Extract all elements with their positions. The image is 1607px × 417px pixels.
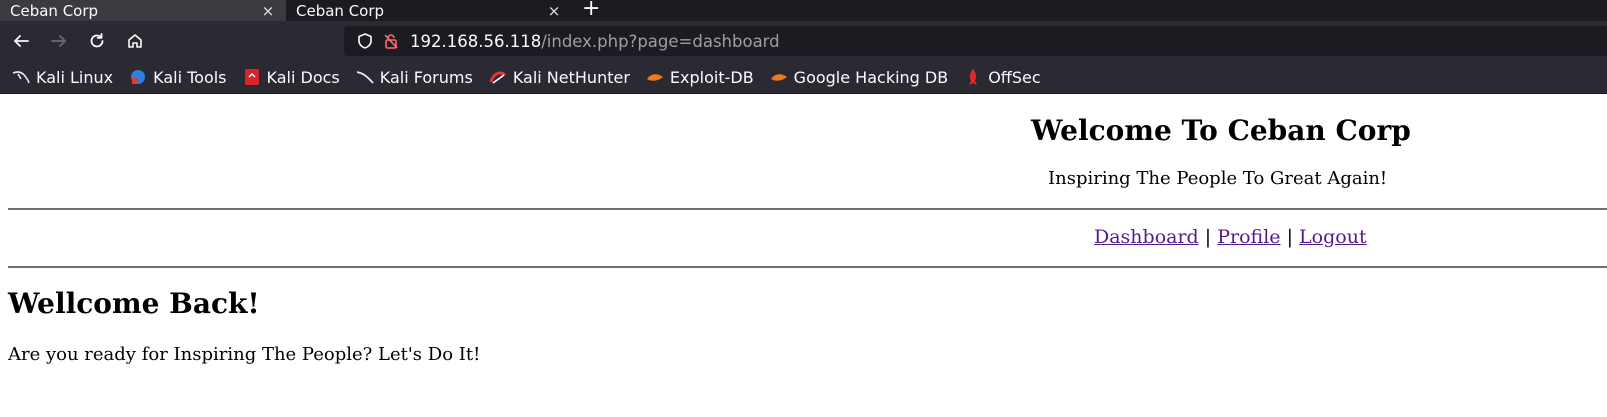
bookmark-kali-tools[interactable]: Kali Tools — [129, 67, 227, 87]
reload-button[interactable] — [80, 26, 114, 56]
nav-separator: | — [1204, 226, 1212, 248]
offsec-icon — [964, 68, 982, 86]
kali-docs-icon — [243, 68, 261, 86]
browser-tab-2[interactable]: Ceban Corp × — [286, 0, 572, 21]
bookmark-kali-nethunter[interactable]: Kali NetHunter — [489, 68, 630, 87]
bookmark-google-hacking-db[interactable]: Google Hacking DB — [770, 67, 949, 87]
site-nav: Dashboard | Profile | Logout — [1094, 226, 1367, 248]
bookmark-label: Exploit-DB — [669, 67, 754, 87]
bookmark-label: Kali Forums — [379, 67, 473, 87]
navigation-toolbar: 192.168.56.118/index.php?page=dashboard — [0, 21, 1607, 61]
url-path: /index.php?page=dashboard — [541, 31, 780, 51]
bookmark-kali-docs[interactable]: Kali Docs — [243, 68, 340, 87]
home-button[interactable] — [118, 26, 152, 56]
bookmarks-toolbar: Kali Linux Kali Tools Kali Docs Kali For… — [0, 61, 1607, 94]
dashboard-link[interactable]: Dashboard — [1094, 226, 1199, 248]
home-icon — [128, 34, 142, 48]
bookmark-label: Kali Linux — [36, 67, 114, 87]
bookmark-label: Kali Docs — [266, 67, 340, 87]
close-tab-icon[interactable]: × — [546, 2, 562, 20]
exploit-db-icon — [646, 68, 664, 86]
close-tab-icon[interactable]: × — [260, 2, 276, 20]
top-divider — [8, 208, 1607, 210]
url-host: 192.168.56.118 — [410, 31, 542, 51]
nav-separator: | — [1286, 226, 1293, 248]
site-title: Welcome To Ceban Corp — [1031, 114, 1411, 147]
browser-tab-1[interactable]: Ceban Corp × — [0, 0, 286, 21]
profile-link[interactable]: Profile — [1217, 226, 1280, 248]
logout-link[interactable]: Logout — [1299, 226, 1367, 248]
new-tab-button[interactable]: + — [572, 0, 610, 21]
bookmark-offsec[interactable]: OffSec — [964, 67, 1041, 87]
shield-icon[interactable] — [352, 32, 378, 50]
bottom-divider — [8, 266, 1607, 268]
ghdb-icon — [770, 68, 788, 86]
nethunter-icon — [489, 68, 507, 86]
welcome-heading: Wellcome Back! — [8, 287, 260, 320]
bookmark-exploit-db[interactable]: Exploit-DB — [646, 68, 754, 87]
insecure-lock-icon[interactable] — [378, 32, 404, 50]
kali-dragon-icon — [12, 68, 30, 86]
kali-forums-icon — [356, 68, 374, 86]
welcome-message: Are you ready for Inspiring The People? … — [8, 344, 481, 365]
forward-arrow-icon — [51, 35, 66, 47]
tab-title: Ceban Corp — [296, 1, 385, 20]
bookmark-label: Kali Tools — [153, 67, 227, 87]
bookmark-label: OffSec — [988, 67, 1041, 87]
address-bar[interactable]: 192.168.56.118/index.php?page=dashboard — [344, 26, 1607, 56]
tab-title: Ceban Corp — [10, 1, 99, 20]
url-text: 192.168.56.118/index.php?page=dashboard — [410, 32, 780, 51]
tab-strip: Ceban Corp × Ceban Corp × + — [0, 0, 1607, 21]
forward-button[interactable] — [42, 26, 76, 56]
site-tagline: Inspiring The People To Great Again! — [1048, 168, 1388, 189]
back-button[interactable] — [4, 26, 38, 56]
bookmark-kali-forums[interactable]: Kali Forums — [356, 68, 473, 87]
bookmark-kali-linux[interactable]: Kali Linux — [12, 68, 113, 87]
kali-tools-icon — [129, 68, 147, 86]
reload-icon — [90, 33, 104, 48]
back-arrow-icon — [14, 35, 29, 47]
bookmark-label: Google Hacking DB — [793, 67, 949, 87]
bookmark-label: Kali NetHunter — [512, 67, 630, 87]
